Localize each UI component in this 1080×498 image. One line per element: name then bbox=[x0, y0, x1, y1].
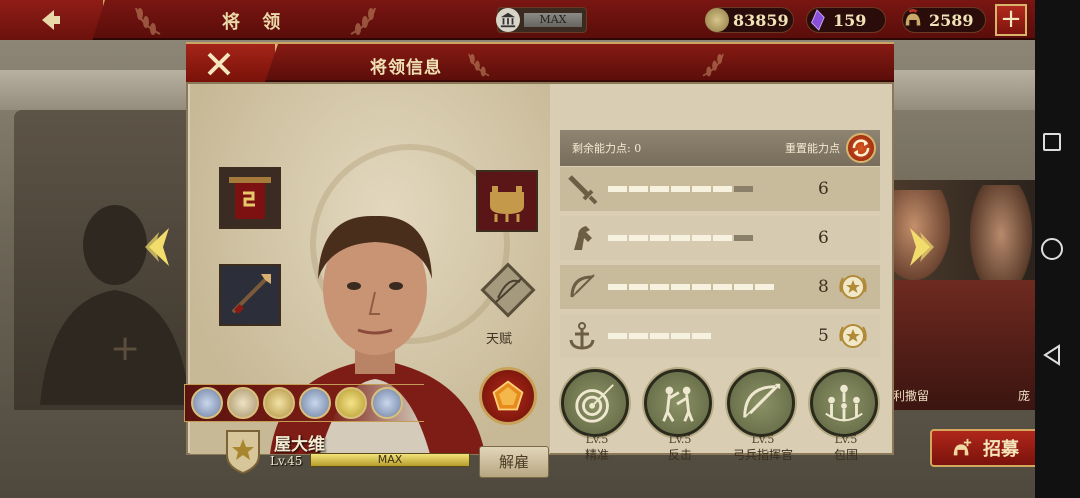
helmet-icon bbox=[901, 8, 925, 32]
helmet-plus-icon bbox=[953, 438, 972, 456]
laurel-icon bbox=[468, 53, 490, 77]
skill-icon-frame bbox=[727, 369, 795, 437]
medal-shield-icon[interactable] bbox=[191, 387, 223, 419]
prev-arrow-icon[interactable] bbox=[143, 226, 173, 268]
gem-icon bbox=[805, 8, 829, 32]
medal-cross-icon[interactable] bbox=[371, 387, 403, 419]
skill-level: Lv.5 bbox=[751, 433, 775, 446]
gem-counter[interactable]: 159 bbox=[806, 7, 886, 33]
home-icon[interactable] bbox=[1041, 238, 1063, 260]
back-arrow-icon bbox=[42, 10, 60, 30]
stat-row-archery[interactable]: 8 bbox=[560, 265, 880, 309]
add-general-icon[interactable]: + bbox=[110, 328, 140, 369]
recruit-button[interactable]: 招募 bbox=[930, 429, 1040, 467]
remaining-points-label: 剩余能力点: 0 bbox=[572, 142, 642, 155]
helmet-value: 2589 bbox=[929, 10, 974, 30]
neighbor-name: 利撒留 bbox=[893, 389, 930, 403]
skill-level: Lv.5 bbox=[668, 433, 692, 446]
skill-encircle[interactable]: Lv.5 包围 bbox=[810, 369, 882, 463]
dialog-title: 将领信息 bbox=[370, 58, 442, 78]
stat-progress bbox=[608, 235, 753, 241]
stat-row-cavalry[interactable]: 6 bbox=[560, 216, 880, 260]
coin-counter[interactable]: 83859 bbox=[705, 7, 794, 33]
pentagon-gem-icon bbox=[492, 380, 524, 411]
coin-value: 83859 bbox=[733, 10, 789, 30]
skill-name: 弓兵指挥官 bbox=[732, 448, 793, 462]
dialog-header: 将领信息 bbox=[186, 42, 894, 84]
skill-icon-frame bbox=[561, 369, 629, 437]
star-badge-icon bbox=[839, 275, 867, 299]
medal-bar bbox=[184, 384, 424, 422]
neighbor-name: 庞 bbox=[1018, 389, 1031, 403]
skill-level: Lv.5 bbox=[585, 433, 609, 446]
stat-progress bbox=[608, 186, 753, 192]
next-arrow-icon[interactable] bbox=[906, 226, 936, 268]
laurel-icon bbox=[702, 53, 724, 77]
stat-value: 5 bbox=[818, 326, 829, 346]
skill-name: 包围 bbox=[833, 448, 858, 462]
skill-counterattack[interactable]: Lv.5 反击 bbox=[644, 369, 716, 463]
skill-archer-commander[interactable]: Lv.5 弓兵指挥官 bbox=[727, 369, 799, 463]
star-badge-icon bbox=[839, 324, 867, 348]
recruit-label: 招募 bbox=[983, 439, 1019, 460]
target-arrow-icon bbox=[575, 384, 614, 423]
laurel-icon bbox=[135, 7, 161, 35]
coin-icon bbox=[705, 8, 729, 32]
skill-level: Lv.5 bbox=[834, 433, 858, 446]
page-title: 将 领 bbox=[222, 12, 289, 33]
gem-value: 159 bbox=[833, 10, 867, 30]
encircle-icon bbox=[825, 384, 863, 422]
talent-label: 天赋 bbox=[486, 332, 513, 347]
counter-attack-icon bbox=[662, 386, 694, 422]
recent-apps-icon[interactable] bbox=[1043, 133, 1061, 151]
top-bar: 将 领 MAX 83859 159 2589 + bbox=[0, 0, 1080, 40]
add-resource-button[interactable]: + bbox=[995, 4, 1027, 36]
capacity-bar: MAX bbox=[524, 13, 582, 27]
stat-value: 8 bbox=[818, 277, 829, 297]
ability-points-row: 剩余能力点: 0 重置能力点 bbox=[560, 130, 880, 166]
general-name: 屋大维 bbox=[274, 435, 325, 455]
stat-value: 6 bbox=[818, 228, 829, 248]
temple-icon bbox=[496, 8, 520, 32]
general-portrait-panel: 天赋 屋大维 Lv.45 MAX bbox=[184, 84, 550, 475]
stat-progress bbox=[608, 333, 711, 339]
system-back-icon[interactable] bbox=[1042, 344, 1062, 366]
neighbor-general-card[interactable]: 利撒留 庞 bbox=[890, 180, 1035, 410]
skill-name: 精准 bbox=[584, 448, 609, 462]
dismiss-button[interactable]: 解雇 bbox=[479, 446, 549, 478]
medal-temple-icon[interactable] bbox=[227, 387, 259, 419]
medal-fort-icon[interactable] bbox=[263, 387, 295, 419]
skill-precision[interactable]: Lv.5 精准 bbox=[561, 369, 633, 463]
skill-name: 反击 bbox=[667, 448, 692, 462]
bow-commander-icon bbox=[743, 383, 781, 418]
helmet-counter[interactable]: 2589 bbox=[902, 7, 986, 33]
horse-icon bbox=[574, 226, 592, 250]
reset-points-button[interactable] bbox=[846, 133, 876, 163]
stat-progress bbox=[608, 284, 774, 290]
general-info-dialog: 将领信息 天赋 屋大维 Lv.45 MAX 解雇 剩余能力点: 0 重置能力点 … bbox=[184, 42, 894, 478]
silhouette-icon bbox=[40, 205, 190, 405]
experience-bar: MAX bbox=[310, 453, 470, 467]
refresh-icon bbox=[852, 139, 870, 157]
sword-icon bbox=[568, 175, 598, 205]
gem-skill-button[interactable] bbox=[479, 367, 537, 425]
medal-wreath-icon[interactable] bbox=[335, 387, 367, 419]
anchor-icon bbox=[569, 322, 595, 350]
reset-points-label: 重置能力点 bbox=[785, 142, 840, 155]
dialog-body: 天赋 屋大维 Lv.45 MAX 解雇 剩余能力点: 0 重置能力点 6 6 8… bbox=[184, 82, 894, 478]
laurel-icon bbox=[350, 7, 376, 35]
stat-row-navy[interactable]: 5 bbox=[560, 314, 880, 358]
stat-value: 6 bbox=[818, 179, 829, 199]
general-level: Lv.45 bbox=[270, 454, 303, 468]
talent-icon[interactable] bbox=[480, 262, 536, 318]
skill-icon-frame bbox=[644, 369, 712, 437]
skill-icon-frame bbox=[810, 369, 878, 437]
medal-spear-icon[interactable] bbox=[299, 387, 331, 419]
general-portrait bbox=[970, 185, 1032, 295]
bow-icon bbox=[570, 274, 595, 298]
stat-row-attack[interactable]: 6 bbox=[560, 167, 880, 211]
back-button[interactable] bbox=[0, 0, 105, 40]
capacity-indicator[interactable]: MAX bbox=[496, 7, 587, 33]
rank-star-icon bbox=[226, 430, 260, 475]
